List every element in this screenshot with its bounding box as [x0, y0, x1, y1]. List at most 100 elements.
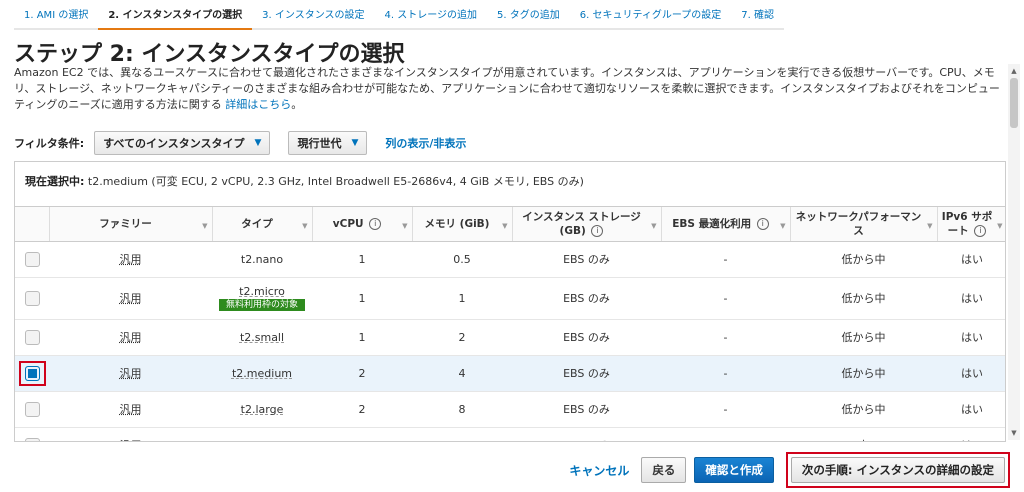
- cell-storage: EBS のみ: [512, 319, 661, 356]
- cell-storage: EBS のみ: [512, 355, 661, 392]
- wizard-steps: 1. AMI の選択 2. インスタンスタイプの選択 3. インスタンスの設定 …: [14, 0, 785, 30]
- sort-icon: ▼: [202, 222, 208, 230]
- header-vcpu[interactable]: vCPU i ▼: [312, 207, 413, 242]
- header-memory[interactable]: メモリ (GiB) ▼: [412, 207, 513, 242]
- tab-storage[interactable]: 4. ストレージの追加: [374, 6, 488, 30]
- table-row[interactable]: 汎用 t2.xlarge 4 16 EBS のみ - 中 はい: [15, 427, 1005, 441]
- cell-network: 低から中: [790, 355, 937, 392]
- cell-type: t2.nano: [212, 241, 312, 278]
- learn-more-link[interactable]: 詳細はこちら: [225, 98, 291, 111]
- tab-security-group[interactable]: 6. セキュリティグループの設定: [569, 6, 732, 30]
- row-checkbox-cell: [15, 319, 49, 356]
- sort-icon: ▼: [651, 222, 657, 230]
- cell-type: t2.micro 無料利用枠の対象: [212, 277, 312, 320]
- row-checkbox[interactable]: [24, 329, 40, 345]
- table-row[interactable]: 汎用 t2.micro 無料利用枠の対象 1 1 EBS のみ - 低から中 はい: [15, 277, 1005, 320]
- instance-type-filter-select[interactable]: すべてのインスタンスタイプ ▼: [94, 131, 271, 155]
- row-checkbox[interactable]: [24, 365, 40, 381]
- generation-filter-select[interactable]: 現行世代 ▼: [288, 131, 368, 155]
- cell-family: 汎用: [49, 241, 212, 278]
- column-visibility-link[interactable]: 列の表示/非表示: [385, 135, 466, 151]
- cell-storage: EBS のみ: [512, 277, 661, 320]
- cell-type: t2.small: [212, 319, 312, 356]
- cell-type: t2.medium: [212, 355, 312, 392]
- tab-instance-type[interactable]: 2. インスタンスタイプの選択: [98, 6, 253, 30]
- row-checkbox[interactable]: [24, 401, 40, 417]
- free-tier-badge: 無料利用枠の対象: [219, 299, 305, 311]
- cancel-link[interactable]: キャンセル: [569, 462, 629, 479]
- info-icon[interactable]: i: [974, 224, 987, 237]
- header-memory-label: メモリ (GiB): [424, 217, 490, 230]
- cell-memory: 0.5: [412, 241, 512, 278]
- header-ipv6[interactable]: IPv6 サポート i ▼: [937, 207, 1005, 242]
- cell-vcpu: 1: [312, 241, 412, 278]
- cell-ebs: -: [661, 241, 790, 278]
- filter-row: フィルタ条件: すべてのインスタンスタイプ ▼ 現行世代 ▼ 列の表示/非表示: [14, 131, 466, 155]
- info-icon[interactable]: i: [369, 217, 382, 230]
- tab-instance-config[interactable]: 3. インスタンスの設定: [252, 6, 375, 30]
- info-icon[interactable]: i: [756, 217, 769, 230]
- current-selection-value: t2.medium (可変 ECU, 2 vCPU, 2.3 GHz, Inte…: [87, 175, 584, 188]
- header-network[interactable]: ネットワークパフォーマンス ▼: [790, 207, 938, 242]
- chevron-down-icon: ▼: [351, 138, 359, 148]
- scrollbar-thumb[interactable]: [1010, 78, 1018, 128]
- family-value: 汎用: [120, 439, 142, 441]
- header-ebs[interactable]: EBS 最適化利用 i ▼: [661, 207, 791, 242]
- cell-memory: 8: [412, 391, 512, 428]
- table-row[interactable]: 汎用 t2.large 2 8 EBS のみ - 低から中 はい: [15, 391, 1005, 428]
- table-row[interactable]: 汎用 t2.small 1 2 EBS のみ - 低から中 はい: [15, 319, 1005, 356]
- description-end: 。: [291, 98, 303, 111]
- review-and-launch-button[interactable]: 確認と作成: [694, 457, 774, 483]
- next-configure-instance-button[interactable]: 次の手順: インスタンスの詳細の設定: [790, 457, 1005, 483]
- instance-type-table: ファミリー ▼ タイプ ▼ vCPU i ▼ メモリ (GiB) ▼ インスタンス スト…: [14, 206, 1006, 442]
- header-select: [15, 207, 50, 242]
- cell-ebs: -: [661, 277, 790, 320]
- table-row-selected[interactable]: 汎用 t2.medium 2 4 EBS のみ - 低から中 はい: [15, 355, 1005, 392]
- type-value: t2.micro: [239, 285, 285, 298]
- scroll-down-icon[interactable]: ▼: [1008, 426, 1020, 440]
- type-value: t2.medium: [231, 366, 293, 380]
- tab-ami[interactable]: 1. AMI の選択: [14, 6, 99, 30]
- header-family[interactable]: ファミリー ▼: [49, 207, 213, 242]
- cell-network: 低から中: [790, 319, 937, 356]
- row-checkbox[interactable]: [24, 290, 40, 306]
- cell-ipv6: はい: [937, 241, 1005, 278]
- cell-vcpu: 1: [312, 319, 412, 356]
- row-checkbox[interactable]: [24, 251, 40, 267]
- table-row[interactable]: 汎用 t2.nano 1 0.5 EBS のみ - 低から中 はい: [15, 241, 1005, 278]
- back-button[interactable]: 戻る: [641, 457, 687, 483]
- cell-ebs: -: [661, 391, 790, 428]
- row-checkbox-cell: [15, 391, 49, 428]
- cell-ebs: -: [661, 355, 790, 392]
- cell-memory: 4: [412, 355, 512, 392]
- tab-review[interactable]: 7. 確認: [731, 6, 785, 30]
- family-value: 汎用: [119, 403, 142, 416]
- row-checkbox[interactable]: [24, 437, 40, 441]
- cell-network: 中: [790, 427, 937, 441]
- header-type[interactable]: タイプ ▼: [212, 207, 313, 242]
- info-icon[interactable]: i: [591, 224, 604, 237]
- next-button-highlight: 次の手順: インスタンスの詳細の設定: [785, 452, 1010, 488]
- row-checkbox-cell: [15, 355, 49, 392]
- page-scrollbar[interactable]: ▲ ▼: [1008, 64, 1020, 440]
- type-value: t2.small: [239, 330, 285, 344]
- cell-ipv6: はい: [937, 277, 1005, 320]
- sort-icon: ▼: [502, 222, 508, 230]
- header-storage[interactable]: インスタンス ストレージ (GB) i ▼: [512, 207, 662, 242]
- tab-tags[interactable]: 5. タグの追加: [487, 6, 570, 30]
- generation-filter-value: 現行世代: [297, 137, 342, 150]
- cell-network: 低から中: [790, 241, 937, 278]
- cell-ipv6: はい: [937, 427, 1005, 441]
- scroll-up-icon[interactable]: ▲: [1008, 64, 1020, 78]
- cell-vcpu: 2: [312, 391, 412, 428]
- cell-memory: 16: [412, 427, 512, 441]
- cell-ebs: -: [661, 427, 790, 441]
- cell-family: 汎用: [49, 391, 212, 428]
- family-value: 汎用: [119, 367, 142, 380]
- cell-family: 汎用: [49, 277, 212, 320]
- cell-memory: 2: [412, 319, 512, 356]
- cell-family: 汎用: [49, 427, 212, 441]
- checkbox-highlight: [18, 360, 46, 386]
- cell-memory: 1: [412, 277, 512, 320]
- header-family-label: ファミリー: [99, 217, 152, 230]
